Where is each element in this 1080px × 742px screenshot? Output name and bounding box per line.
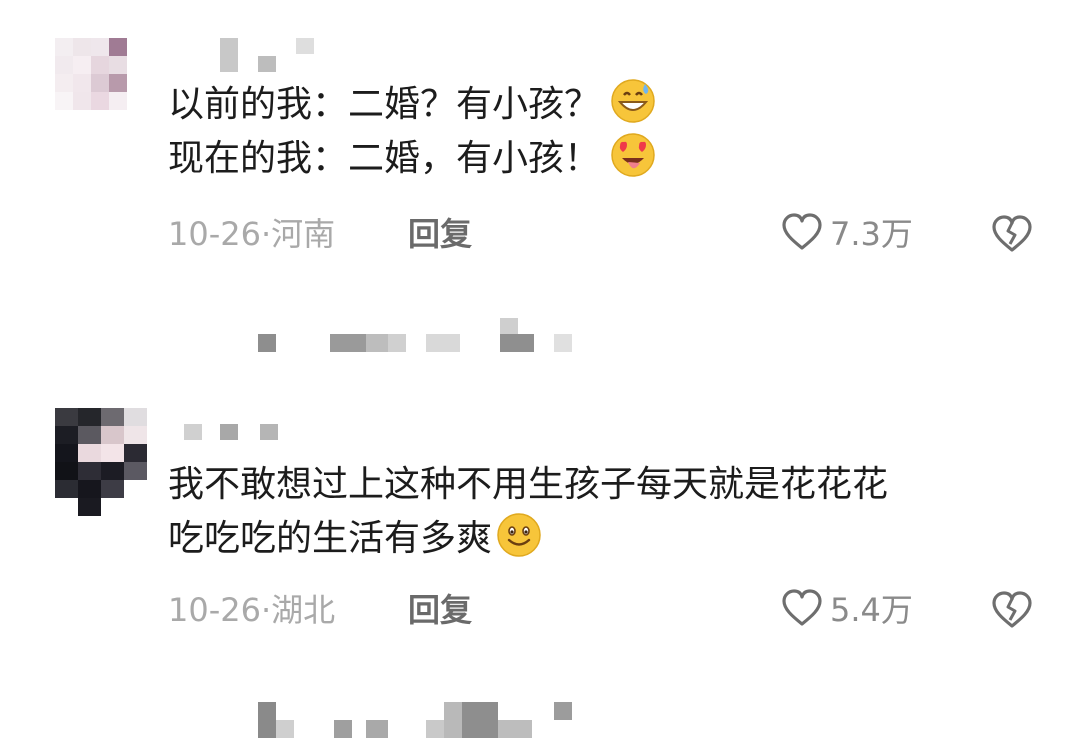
heart-eyes-tongue-emoji (610, 132, 656, 178)
username-redacted[interactable] (180, 38, 320, 72)
broken-heart-icon (990, 591, 1034, 634)
comment-item: 我不敢想过上这种不用生孩子每天就是花花花 吃吃吃的生活有多爽 10-26·湖北 … (0, 380, 1080, 680)
reply-button[interactable]: 回复 (408, 214, 472, 254)
comment-text: 以前的我：二婚？有小孩？ 现在的我：二婚，有小孩！ (168, 78, 656, 186)
comment-text: 我不敢想过上这种不用生孩子每天就是花花花 吃吃吃的生活有多爽 (168, 458, 888, 566)
smiling-face-emoji (496, 512, 542, 558)
avatar[interactable] (55, 38, 133, 116)
redacted-reply-preview[interactable] (0, 698, 1080, 738)
like-button[interactable]: 5.4万 (780, 588, 913, 632)
broken-heart-icon (990, 215, 1034, 258)
avatar[interactable] (55, 408, 147, 516)
comment-line: 现在的我：二婚，有小孩！ (168, 138, 601, 179)
comment-date: 10-26 (168, 591, 261, 629)
comment-line: 我不敢想过上这种不用生孩子每天就是花花花 (168, 464, 889, 505)
like-button[interactable]: 7.3万 (780, 212, 913, 256)
heart-outline-icon (780, 588, 824, 632)
heart-outline-icon (780, 212, 824, 256)
comment-location: 河南 (271, 215, 336, 253)
comment-location: 湖北 (271, 591, 336, 629)
comment-line: 以前的我：二婚？有小孩？ (168, 84, 601, 125)
dislike-button[interactable] (990, 590, 1034, 630)
comment-item: 以前的我：二婚？有小孩？ 现在的我：二婚，有小孩！ 10-26·河南 回复 7.… (0, 0, 1080, 280)
reply-button[interactable]: 回复 (408, 590, 472, 630)
redacted-reply-preview[interactable] (0, 318, 1080, 358)
comment-meta: 10-26·湖北 (168, 591, 336, 629)
comment-meta: 10-26·河南 (168, 215, 336, 253)
comment-date: 10-26 (168, 215, 261, 253)
like-count: 5.4万 (830, 591, 913, 629)
username-redacted[interactable] (180, 424, 300, 454)
grinning-sweat-emoji (610, 78, 656, 124)
like-count: 7.3万 (830, 215, 913, 253)
comment-line: 吃吃吃的生活有多爽 (168, 518, 493, 559)
dislike-button[interactable] (990, 214, 1034, 254)
